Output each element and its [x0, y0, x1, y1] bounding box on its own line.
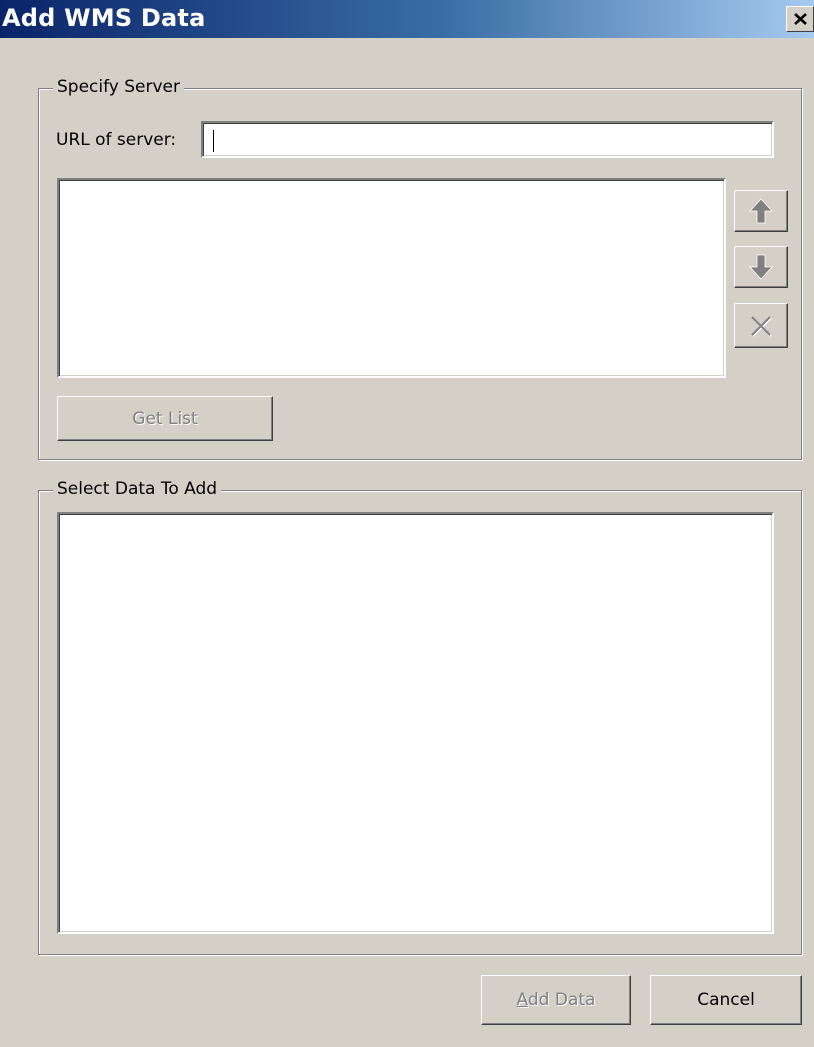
arrow-up-icon [749, 198, 773, 224]
close-icon [794, 13, 807, 25]
delete-x-icon [751, 315, 772, 337]
move-up-button[interactable] [734, 190, 788, 232]
layer-list[interactable] [57, 512, 774, 934]
move-down-button[interactable] [734, 246, 788, 288]
get-list-label: Get List [132, 408, 198, 429]
cancel-button[interactable]: Cancel [650, 975, 802, 1025]
url-label: URL of server: [56, 130, 177, 150]
select-data-legend: Select Data To Add [53, 479, 222, 499]
get-list-button[interactable]: Get List [57, 396, 273, 441]
add-data-button[interactable]: Add Data [481, 975, 631, 1025]
add-data-label-rest: dd Data [527, 990, 596, 1010]
close-button[interactable] [786, 6, 814, 32]
specify-server-legend: Specify Server [53, 77, 185, 97]
server-list[interactable] [57, 178, 726, 378]
cancel-label: Cancel [697, 990, 755, 1010]
add-data-mnemonic: A [516, 990, 528, 1010]
url-input[interactable] [201, 121, 774, 158]
title-bar[interactable]: Add WMS Data [0, 0, 814, 38]
arrow-down-icon [749, 254, 773, 280]
add-data-label: Add Data [517, 990, 596, 1010]
window-title: Add WMS Data [2, 4, 206, 32]
text-caret [213, 130, 214, 152]
delete-server-button[interactable] [734, 303, 788, 348]
